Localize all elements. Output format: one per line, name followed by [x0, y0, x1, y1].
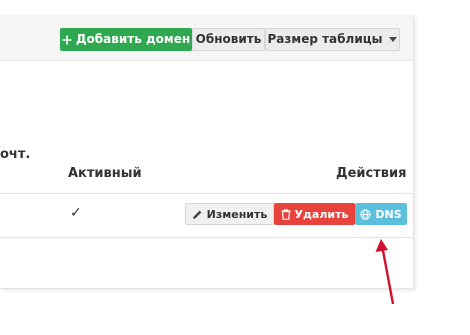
toolbar: Добавить домен Обновить Размер таблицы: [0, 15, 413, 61]
add-domain-label: Добавить домен: [75, 32, 191, 46]
dns-label: DNS: [375, 207, 402, 221]
pencil-icon: [192, 209, 203, 220]
table-size-label: Размер таблицы: [267, 32, 383, 46]
delete-button[interactable]: Удалить: [274, 203, 355, 225]
domains-panel: Добавить домен Обновить Размер таблицы о…: [0, 15, 414, 289]
globe-icon: [360, 208, 372, 220]
column-header-actions: Действия: [336, 166, 407, 181]
check-icon: ✓: [70, 205, 82, 221]
table-row: ✓ Изменить Удалить DNS: [0, 193, 413, 238]
table-size-dropdown[interactable]: Размер таблицы: [265, 28, 400, 51]
trash-icon: [281, 208, 291, 220]
edit-button[interactable]: Изменить: [185, 203, 274, 225]
column-header-active: Активный: [68, 166, 142, 181]
refresh-label: Обновить: [195, 32, 262, 46]
dns-button[interactable]: DNS: [355, 203, 407, 225]
column-header-partial: очт.: [0, 147, 31, 162]
add-domain-button[interactable]: Добавить домен: [60, 28, 192, 51]
caret-down-icon: [389, 37, 398, 42]
edit-label: Изменить: [206, 207, 268, 221]
plus-icon: [62, 35, 72, 45]
delete-label: Удалить: [294, 207, 349, 221]
refresh-button[interactable]: Обновить: [192, 28, 265, 51]
